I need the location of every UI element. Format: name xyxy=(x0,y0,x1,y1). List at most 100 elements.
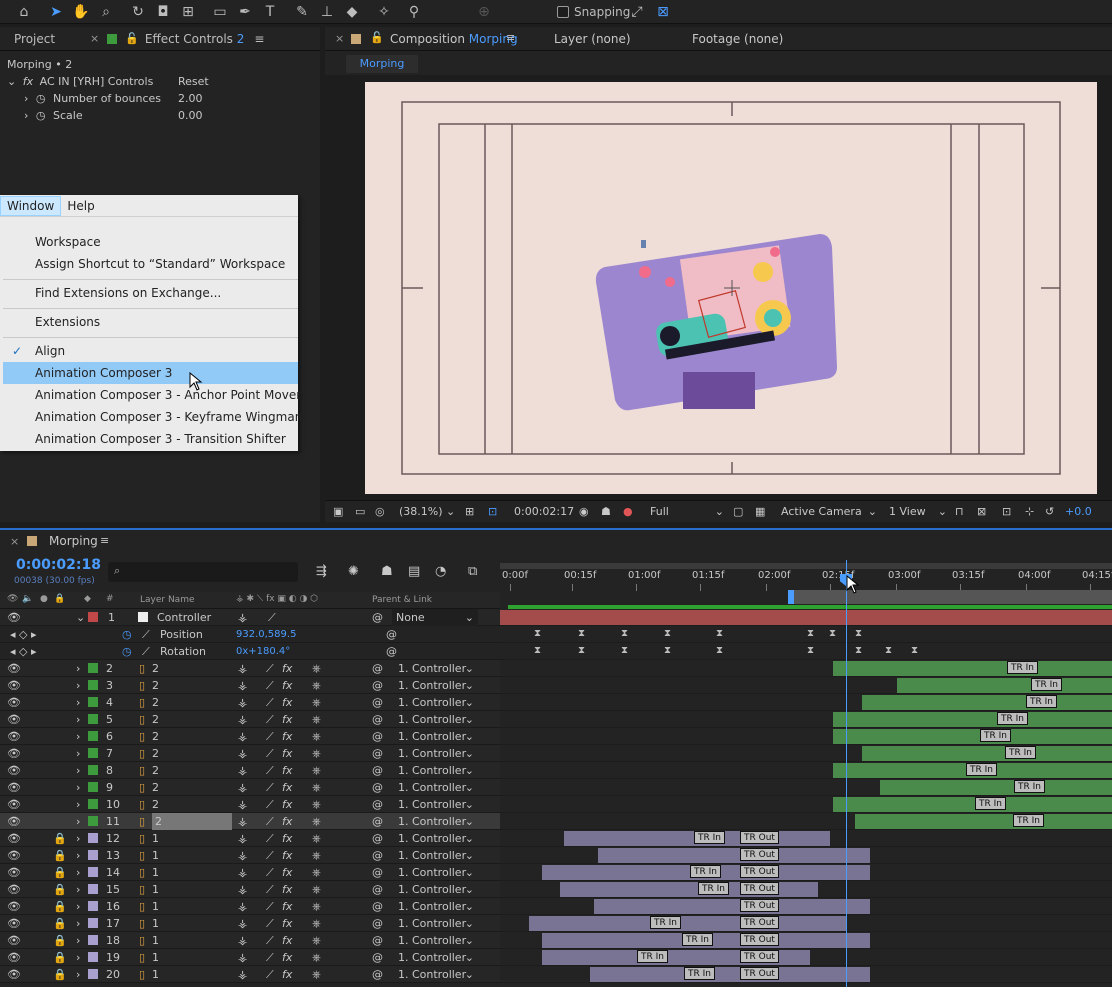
shy-switch-icon[interactable]: ⚶ xyxy=(238,745,247,762)
pan-behind-tool-icon[interactable]: ⊞ xyxy=(179,3,197,21)
eye-icon[interactable]: 👁 xyxy=(7,728,21,745)
lock-icon[interactable]: 🔓 xyxy=(370,31,384,44)
pickwhip-icon[interactable]: @ xyxy=(372,796,383,813)
layer-marker-tr-in[interactable]: TR In xyxy=(1007,661,1038,674)
layer-name[interactable]: 2 xyxy=(152,728,159,745)
quality-switch-icon[interactable]: ⟋ xyxy=(268,609,276,626)
shy-switch-icon[interactable]: ⚶ xyxy=(238,728,247,745)
shy-switch-icon[interactable]: ⚶ xyxy=(238,898,247,915)
eye-icon[interactable]: 👁 xyxy=(7,932,21,949)
collapse-icon[interactable]: ⎈ xyxy=(312,728,321,745)
chevron-down-icon[interactable]: ⌄ xyxy=(76,609,85,626)
collapse-icon[interactable]: ⎈ xyxy=(312,915,321,932)
parent-dropdown[interactable]: 1. Controller ⌄ xyxy=(392,711,478,728)
eye-icon[interactable]: 👁 xyxy=(7,966,21,983)
menu-item-anchor-point-mover[interactable]: Animation Composer 3 - Anchor Point Move… xyxy=(3,384,301,406)
snapping-checkbox[interactable] xyxy=(557,6,569,18)
exposure-value[interactable]: +0.0 xyxy=(1065,504,1092,520)
lock-icon[interactable]: 🔒 xyxy=(53,898,67,915)
label-color[interactable] xyxy=(88,833,98,843)
property-row-position[interactable]: ◂ ◇ ▸ ◷ ⟋ Position 932.0,589.5 @ xyxy=(0,626,500,643)
collapse-icon[interactable]: ⎈ xyxy=(312,898,321,915)
label-color[interactable] xyxy=(88,748,98,758)
snapshot-icon[interactable]: ◉ xyxy=(579,504,589,520)
chevron-right-icon[interactable]: › xyxy=(76,762,80,779)
eye-icon[interactable]: 👁 xyxy=(7,898,21,915)
always-preview-icon[interactable]: ▣ xyxy=(333,504,343,520)
pickwhip-icon[interactable]: @ xyxy=(386,626,397,643)
layer-row[interactable]: 👁 › 8 ▯ 2 ⚶ ⟋ fx ⎈ @1. Controller ⌄ xyxy=(0,762,500,779)
parent-dropdown[interactable]: 1. Controller ⌄ xyxy=(392,745,478,762)
parent-dropdown[interactable]: 1. Controller ⌄ xyxy=(392,796,478,813)
label-color[interactable] xyxy=(88,867,98,877)
label-color[interactable] xyxy=(88,969,98,979)
shy-switch-icon[interactable]: ⚶ xyxy=(238,762,247,779)
eye-icon[interactable]: 👁 xyxy=(7,881,21,898)
parent-dropdown[interactable]: 1. Controller ⌄ xyxy=(392,762,478,779)
menu-item-find-extensions[interactable]: Find Extensions on Exchange... xyxy=(3,282,298,304)
eye-icon[interactable]: 👁 xyxy=(7,660,21,677)
layer-marker-tr-in[interactable]: TR In xyxy=(684,967,715,980)
work-area-start-handle[interactable] xyxy=(788,590,794,604)
quality-switch-icon[interactable]: ⟋ xyxy=(266,898,274,915)
layer-marker-tr-in[interactable]: TR In xyxy=(1005,746,1036,759)
parent-dropdown[interactable]: None ⌄ xyxy=(392,609,478,626)
chevron-right-icon[interactable]: › xyxy=(76,796,80,813)
eye-icon[interactable]: 👁 xyxy=(7,864,21,881)
eye-icon[interactable]: 👁 xyxy=(7,830,21,847)
shy-switch-icon[interactable]: ⚶ xyxy=(238,932,247,949)
keyframe-nav-icon[interactable]: ◂ ◇ ▸ xyxy=(10,643,37,660)
keyframe-icon[interactable]: ⧗ xyxy=(716,645,723,656)
eye-icon[interactable]: 👁 xyxy=(7,745,21,762)
parent-dropdown[interactable]: 1. Controller ⌄ xyxy=(392,898,478,915)
layer-marker-tr-out[interactable]: TR Out xyxy=(740,950,779,963)
lock-icon[interactable]: 🔒 xyxy=(53,881,67,898)
lock-icon[interactable]: 🔒 xyxy=(53,847,67,864)
layer-bar-controller[interactable] xyxy=(500,610,1112,625)
snap-target-icon[interactable]: ⊠ xyxy=(654,3,672,21)
pickwhip-icon[interactable]: @ xyxy=(372,932,383,949)
label-color[interactable] xyxy=(88,799,98,809)
collapse-icon[interactable]: ⎈ xyxy=(312,779,321,796)
quality-switch-icon[interactable]: ⟋ xyxy=(266,932,274,949)
parent-dropdown[interactable]: 1. Controller ⌄ xyxy=(392,864,478,881)
layer-bar[interactable] xyxy=(529,916,846,931)
quality-switch-icon[interactable]: ⟋ xyxy=(266,677,274,694)
parent-dropdown[interactable]: 1. Controller ⌄ xyxy=(392,966,478,983)
label-color[interactable] xyxy=(88,697,98,707)
layer-row[interactable]: 👁 › 3 ▯ 2 ⚶ ⟋ fx ⎈ @1. Controller ⌄ xyxy=(0,677,500,694)
quality-switch-icon[interactable]: ⟋ xyxy=(266,762,274,779)
tab-footage[interactable]: Footage (none) xyxy=(692,32,783,46)
parent-dropdown[interactable]: 1. Controller ⌄ xyxy=(392,677,478,694)
transparency-grid-icon[interactable]: ▦ xyxy=(755,504,765,520)
layer-name[interactable]: 2 xyxy=(152,694,159,711)
toggle-pixel-icon[interactable]: ⊓ xyxy=(955,504,964,520)
layer-row[interactable]: 👁 🔒 › 20 ▯ 1 ⚶ ⟋ fx ⎈ @1. Controller ⌄ xyxy=(0,966,500,983)
layer-name[interactable]: 2 xyxy=(152,745,159,762)
label-color[interactable] xyxy=(88,918,98,928)
tab-project[interactable]: Project xyxy=(0,32,90,46)
collapse-icon[interactable]: ⎈ xyxy=(312,830,321,847)
graph-icon[interactable]: ⟋ xyxy=(142,643,150,660)
label-color[interactable] xyxy=(88,901,98,911)
view-dropdown[interactable]: 1 View ⌄ xyxy=(889,504,947,520)
keyframe-icon[interactable]: ⧗ xyxy=(534,628,541,639)
label-color[interactable] xyxy=(88,850,98,860)
chevron-right-icon[interactable]: › xyxy=(76,677,80,694)
fast-preview-icon[interactable]: ⊠ xyxy=(977,504,986,520)
layer-marker-tr-out[interactable]: TR Out xyxy=(740,831,779,844)
chevron-right-icon[interactable]: › xyxy=(76,864,80,881)
layer-bar[interactable] xyxy=(855,814,1112,829)
comp-breadcrumb[interactable]: Morping xyxy=(346,55,418,73)
layer-bar[interactable] xyxy=(833,661,1112,676)
mask-icon[interactable]: ◎ xyxy=(375,504,385,520)
layer-marker-tr-in[interactable]: TR In xyxy=(1031,678,1062,691)
pen-tool-icon[interactable]: ✒ xyxy=(236,3,254,21)
quality-switch-icon[interactable]: ⟋ xyxy=(266,864,274,881)
layer-bar[interactable] xyxy=(833,797,1112,812)
menu-window[interactable]: Window xyxy=(0,195,62,216)
keyframe-icon[interactable]: ⧗ xyxy=(829,628,836,639)
shy-switch-icon[interactable]: ⚶ xyxy=(238,915,247,932)
layer-name[interactable]: 2 xyxy=(152,762,159,779)
pickwhip-icon[interactable]: @ xyxy=(372,881,383,898)
